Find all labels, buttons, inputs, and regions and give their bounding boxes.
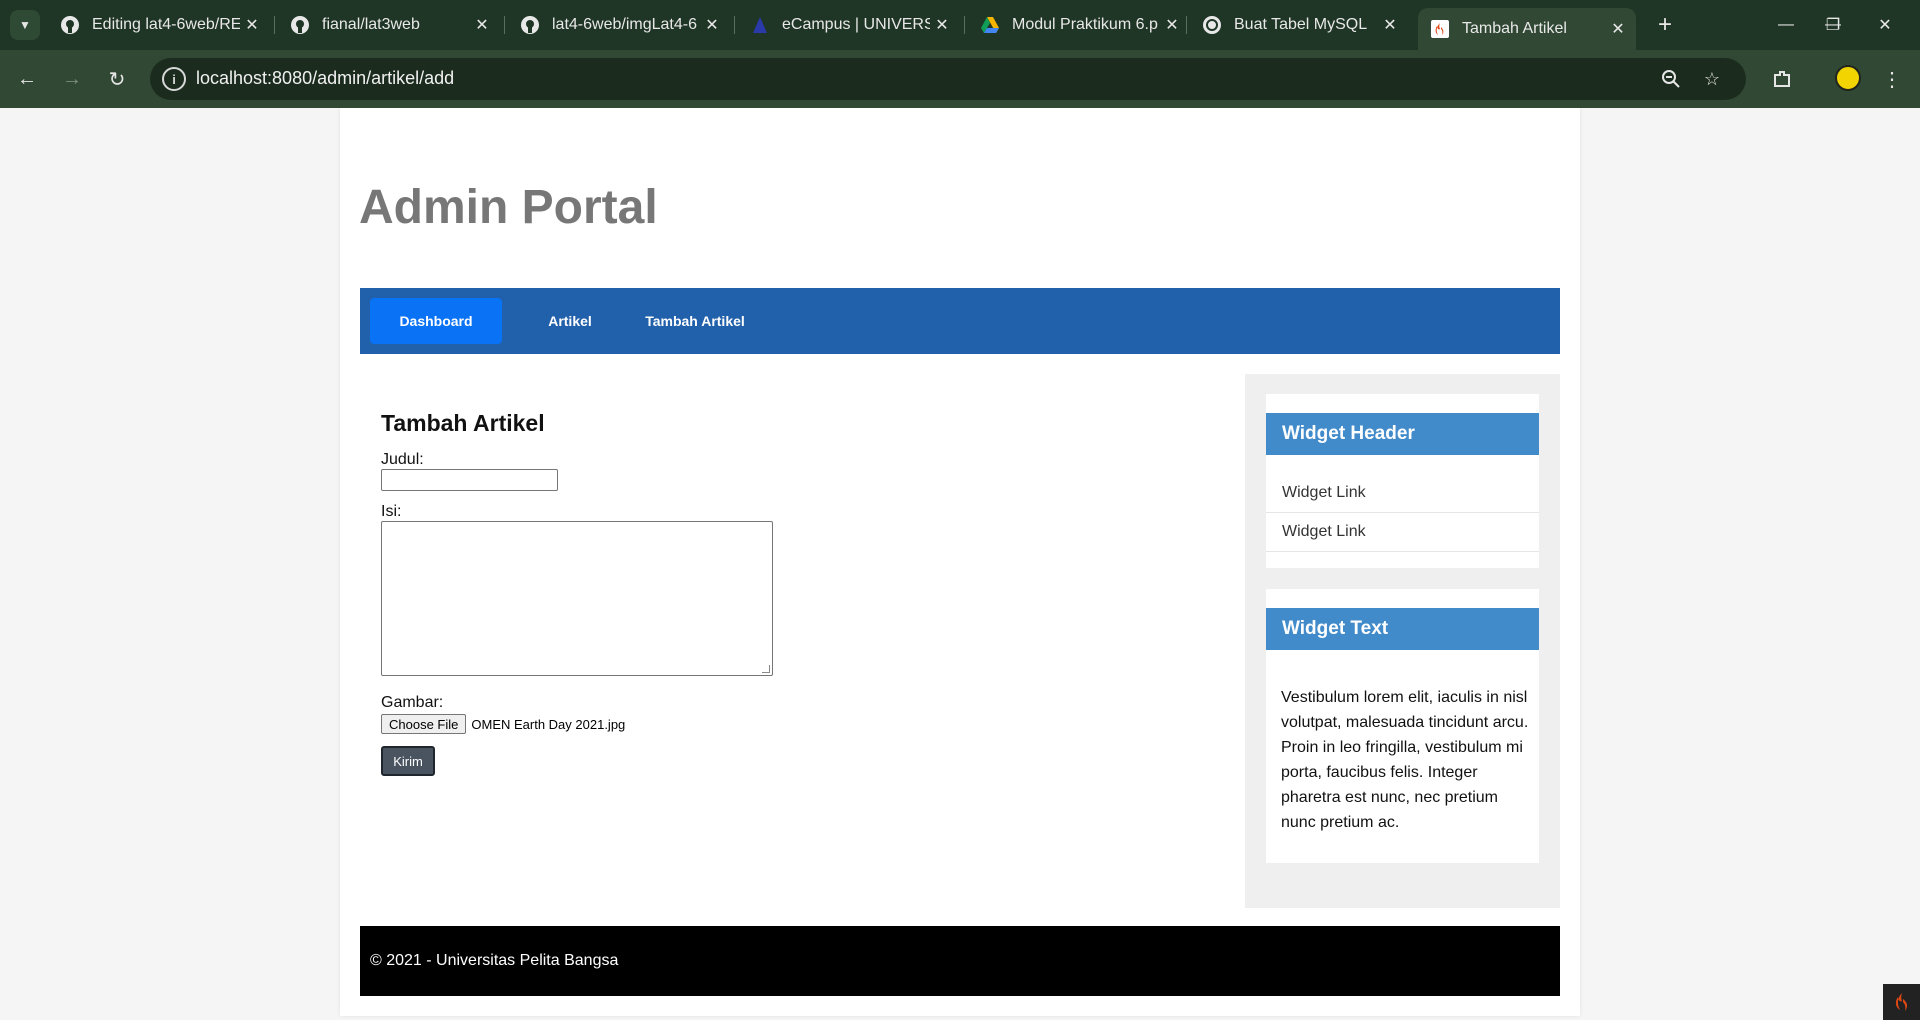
- github-icon: [290, 15, 310, 35]
- chatgpt-icon: [1202, 15, 1222, 35]
- choose-file-button[interactable]: Choose File: [381, 714, 467, 734]
- close-icon[interactable]: ✕: [1606, 17, 1630, 41]
- widget-text: Widget Text Vestibulum lorem elit, iacul…: [1266, 589, 1539, 863]
- close-icon[interactable]: ✕: [470, 13, 494, 37]
- restore-window-button[interactable]: ❐: [1810, 0, 1856, 50]
- minimize-icon: —: [1778, 16, 1794, 33]
- browser-tab[interactable]: Modul Praktikum 6.p ✕: [968, 8, 1190, 42]
- close-icon[interactable]: ✕: [930, 13, 954, 37]
- browser-tab[interactable]: lat4-6web/imgLat4-6 ✕: [508, 8, 730, 42]
- page-container: Admin Portal Dashboard Artikel Tambah Ar…: [340, 108, 1580, 1016]
- github-icon: [520, 15, 540, 35]
- tab-title: Modul Praktikum 6.p: [1012, 16, 1158, 33]
- submit-button[interactable]: Kirim: [381, 746, 435, 776]
- profile-avatar[interactable]: [1835, 65, 1861, 91]
- google-drive-icon: [980, 15, 1000, 35]
- footer-text: © 2021 - Universitas Pelita Bangsa: [370, 952, 619, 969]
- page-viewport: Admin Portal Dashboard Artikel Tambah Ar…: [0, 108, 1920, 1020]
- forward-button[interactable]: →: [55, 62, 89, 96]
- address-bar[interactable]: i localhost:8080/admin/artikel/add ☆: [150, 58, 1746, 100]
- selected-file-name: OMEN Earth Day 2021.jpg: [471, 716, 626, 732]
- new-tab-button[interactable]: +: [1650, 10, 1680, 40]
- main-content: Tambah Artikel Judul: Isi: Gambar: Choos…: [381, 410, 1081, 776]
- browser-tab[interactable]: Editing lat4-6web/RE ✕: [48, 8, 270, 42]
- tab-separator: [964, 16, 965, 34]
- tab-separator: [274, 16, 275, 34]
- tab-title: Tambah Artikel: [1462, 20, 1567, 37]
- nav-dashboard[interactable]: Dashboard: [370, 298, 502, 344]
- nav-artikel[interactable]: Artikel: [510, 298, 630, 344]
- isi-textarea[interactable]: [381, 521, 773, 676]
- tab-strip: ▼ Editing lat4-6web/RE ✕ fianal/lat3web …: [0, 0, 1920, 50]
- github-icon: [60, 15, 80, 35]
- tab-title: fianal/lat3web: [322, 16, 420, 33]
- more-menu-icon[interactable]: ⋮: [1875, 62, 1909, 96]
- gambar-label: Gambar:: [381, 694, 444, 711]
- widget-text-header: Widget Text: [1266, 608, 1539, 650]
- close-icon: ✕: [1878, 17, 1892, 34]
- ecampus-icon: [750, 15, 770, 35]
- arrow-right-icon: →: [62, 67, 82, 90]
- page-heading: Tambah Artikel: [381, 410, 545, 436]
- sidebar: Widget Header Widget Link Widget Link Wi…: [1245, 374, 1560, 908]
- nav-tambah-artikel[interactable]: Tambah Artikel: [630, 298, 760, 344]
- back-button[interactable]: ←: [10, 62, 44, 96]
- widget-links: Widget Header Widget Link Widget Link: [1266, 394, 1539, 568]
- url-text[interactable]: localhost:8080/admin/artikel/add: [196, 68, 454, 89]
- judul-label: Judul:: [381, 451, 424, 468]
- resize-grip-icon[interactable]: [762, 665, 770, 673]
- tab-title: eCampus | UNIVERSI: [782, 16, 930, 33]
- close-icon[interactable]: ✕: [1160, 13, 1184, 37]
- tab-title: Buat Tabel MySQL: [1234, 16, 1368, 33]
- widget-link[interactable]: Widget Link: [1266, 513, 1539, 552]
- zoom-icon[interactable]: [1658, 66, 1684, 92]
- widget-header: Widget Header: [1266, 413, 1539, 455]
- footer: © 2021 - Universitas Pelita Bangsa: [360, 926, 1560, 996]
- browser-toolbar: ← → ↻ i localhost:8080/admin/artikel/add…: [0, 50, 1920, 108]
- widget-text-body: Vestibulum lorem elit, iaculis in nisl v…: [1281, 689, 1529, 831]
- reload-button[interactable]: ↻: [100, 62, 134, 96]
- main-nav: Dashboard Artikel Tambah Artikel: [360, 288, 1560, 354]
- browser-tab[interactable]: eCampus | UNIVERSI ✕: [738, 8, 960, 42]
- chevron-down-icon: ▼: [19, 18, 31, 32]
- file-input: Choose File OMEN Earth Day 2021.jpg: [381, 714, 1081, 734]
- widget-link[interactable]: Widget Link: [1266, 474, 1539, 513]
- browser-tab-active[interactable]: Tambah Artikel ✕: [1418, 8, 1636, 50]
- close-icon[interactable]: ✕: [700, 13, 724, 37]
- tab-separator: [734, 16, 735, 34]
- codeigniter-debug-toolbar-icon[interactable]: [1883, 984, 1920, 1020]
- minimize-window-button[interactable]: —: [1763, 0, 1809, 50]
- tab-separator: [1186, 16, 1187, 34]
- arrow-left-icon: ←: [17, 67, 37, 90]
- site-title: Admin Portal: [359, 181, 658, 234]
- bookmark-star-icon[interactable]: ☆: [1699, 66, 1725, 92]
- tab-separator: [504, 16, 505, 34]
- isi-label: Isi:: [381, 503, 402, 520]
- restore-icon: ❐: [1825, 17, 1841, 34]
- browser-tab[interactable]: fianal/lat3web ✕: [278, 8, 500, 42]
- close-icon[interactable]: ✕: [240, 13, 264, 37]
- site-info-icon[interactable]: i: [162, 67, 186, 91]
- extensions-icon[interactable]: [1765, 62, 1799, 96]
- tab-title: lat4-6web/imgLat4-6: [552, 16, 697, 33]
- close-window-button[interactable]: ✕: [1862, 0, 1908, 50]
- plus-icon: +: [1657, 11, 1672, 38]
- judul-input[interactable]: [381, 469, 558, 491]
- tab-search-button[interactable]: ▼: [10, 10, 40, 40]
- reload-icon: ↻: [108, 68, 126, 91]
- browser-tab[interactable]: Buat Tabel MySQL ✕: [1190, 8, 1408, 42]
- codeigniter-icon: [1430, 19, 1450, 39]
- close-icon[interactable]: ✕: [1378, 13, 1402, 37]
- tab-title: Editing lat4-6web/RE: [92, 16, 240, 33]
